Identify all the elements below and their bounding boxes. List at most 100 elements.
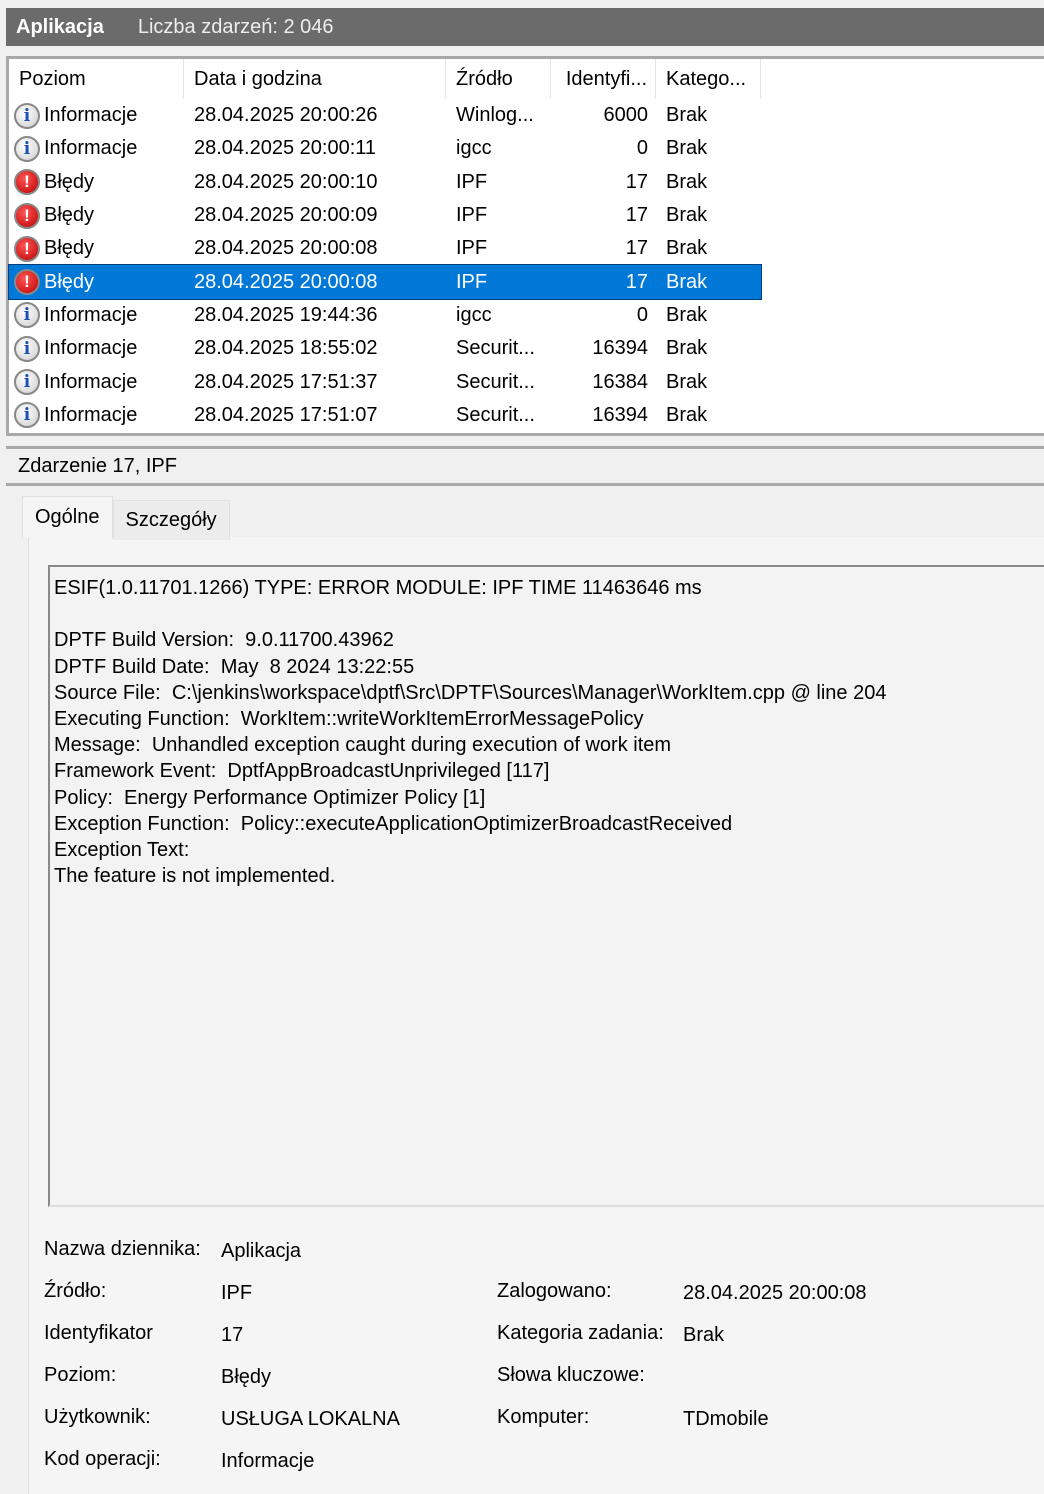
id-cell: 6000 <box>603 104 649 127</box>
level-text: Błędy <box>44 170 95 193</box>
info-icon: i <box>14 335 40 362</box>
info-icon: i <box>14 102 40 129</box>
level-cell: i Informacje <box>9 402 184 429</box>
category-cell: Brak <box>666 403 708 426</box>
table-row[interactable]: i Informacje 28.04.2025 20:00:11 igcc 0 B… <box>9 132 761 165</box>
source-label: Źródło: <box>44 1280 107 1302</box>
opcode-label: Kod operacji: <box>44 1448 161 1470</box>
category-cell: Brak <box>666 137 708 160</box>
id-label: Identyfikator <box>44 1322 153 1344</box>
id-value: 17 <box>221 1324 244 1346</box>
source-cell: igcc <box>456 137 492 160</box>
level-cell: ! Błędy <box>9 169 184 196</box>
column-header-level[interactable]: Poziom <box>9 59 184 99</box>
log-name: Aplikacja <box>16 15 104 38</box>
date-cell: 28.04.2025 20:00:26 <box>194 104 378 127</box>
source-cell: Securit... <box>456 337 535 360</box>
level-label: Poziom: <box>44 1364 117 1386</box>
id-cell: 0 <box>636 137 648 160</box>
computer-value: TDmobile <box>683 1408 769 1430</box>
id-cell: 17 <box>625 270 648 293</box>
source-cell: IPF <box>456 270 488 293</box>
source-value: IPF <box>221 1282 253 1304</box>
level-text: Błędy <box>44 237 95 260</box>
level-text: Informacje <box>44 104 138 127</box>
date-cell: 28.04.2025 20:00:10 <box>194 170 378 193</box>
table-row[interactable]: i Informacje 28.04.2025 17:51:07 Securit.… <box>9 399 761 432</box>
source-cell: Winlog... <box>456 104 534 127</box>
event-detail-header: Zdarzenie 17, IPF <box>6 446 1044 486</box>
computer-label: Komputer: <box>497 1406 590 1428</box>
column-header-date[interactable]: Data i godzina <box>184 59 446 99</box>
event-message-text[interactable]: ESIF(1.0.11701.1266) TYPE: ERROR MODULE:… <box>48 565 1044 1207</box>
id-cell: 16394 <box>592 403 648 426</box>
list-header: Poziom Data i godzina Źródło Identyfi...… <box>9 59 1044 99</box>
level-value: Błędy <box>221 1366 272 1388</box>
error-icon: ! <box>14 202 40 229</box>
id-cell: 0 <box>636 303 648 326</box>
id-cell: 16384 <box>592 370 648 393</box>
table-row[interactable]: i Informacje 28.04.2025 19:44:36 igcc 0 B… <box>9 299 761 332</box>
source-cell: IPF <box>456 204 488 227</box>
level-cell: i Informacje <box>9 369 184 396</box>
log-title-bar: Aplikacja Liczba zdarzeń: 2 046 <box>6 8 1044 46</box>
table-row[interactable]: ! Błędy 28.04.2025 20:00:10 IPF 17 Brak <box>9 166 761 199</box>
date-cell: 28.04.2025 19:44:36 <box>194 303 378 326</box>
logged-label: Zalogowano: <box>497 1280 612 1302</box>
logged-value: 28.04.2025 20:00:08 <box>683 1282 867 1304</box>
table-row[interactable]: i Informacje 28.04.2025 20:00:26 Winlog..… <box>9 99 761 132</box>
column-header-category[interactable]: Katego... <box>656 59 761 99</box>
error-icon: ! <box>14 235 40 262</box>
level-cell: i Informacje <box>9 302 184 329</box>
keywords-label: Słowa kluczowe: <box>497 1364 645 1386</box>
category-cell: Brak <box>666 337 708 360</box>
category-cell: Brak <box>666 237 708 260</box>
level-text: Błędy <box>44 204 95 227</box>
date-cell: 28.04.2025 20:00:11 <box>194 137 377 160</box>
info-icon: i <box>14 302 40 329</box>
level-text: Informacje <box>44 370 138 393</box>
opcode-value: Informacje <box>221 1450 315 1472</box>
task-label: Kategoria zadania: <box>497 1322 664 1344</box>
tab-details[interactable]: Szczegóły <box>112 500 230 540</box>
level-cell: ! Błędy <box>9 235 184 262</box>
table-row[interactable]: i Informacje 28.04.2025 17:51:37 Securit.… <box>9 365 761 398</box>
error-icon: ! <box>14 169 40 196</box>
level-text: Informacje <box>44 303 138 326</box>
user-value: USŁUGA LOKALNA <box>221 1408 400 1430</box>
id-cell: 17 <box>625 170 648 193</box>
level-text: Informacje <box>44 137 138 160</box>
source-cell: Securit... <box>456 403 535 426</box>
table-row[interactable]: ! Błędy 28.04.2025 20:00:08 IPF 17 Brak <box>8 264 762 300</box>
category-cell: Brak <box>666 204 708 227</box>
id-cell: 17 <box>625 204 648 227</box>
tab-general[interactable]: Ogólne <box>22 496 113 538</box>
category-cell: Brak <box>666 370 708 393</box>
category-cell: Brak <box>666 170 708 193</box>
table-row[interactable]: ! Błędy 28.04.2025 20:00:09 IPF 17 Brak <box>9 199 761 232</box>
task-value: Brak <box>683 1324 725 1346</box>
event-count: Liczba zdarzeń: 2 046 <box>137 15 334 38</box>
date-cell: 28.04.2025 17:51:37 <box>194 370 378 393</box>
level-cell: i Informacje <box>9 102 184 129</box>
level-text: Błędy <box>44 270 95 293</box>
log-name-label: Nazwa dziennika: <box>44 1238 201 1260</box>
table-row[interactable]: ! Błędy 28.04.2025 20:00:08 IPF 17 Brak <box>9 232 761 265</box>
date-cell: 28.04.2025 17:51:07 <box>194 403 378 426</box>
category-cell: Brak <box>666 270 708 293</box>
source-cell: Securit... <box>456 370 535 393</box>
category-cell: Brak <box>666 303 708 326</box>
event-list[interactable]: Poziom Data i godzina Źródło Identyfi...… <box>6 56 1044 436</box>
info-icon: i <box>14 369 40 396</box>
source-cell: IPF <box>456 170 488 193</box>
user-label: Użytkownik: <box>44 1406 151 1428</box>
log-name-value: Aplikacja <box>221 1240 302 1262</box>
column-header-source[interactable]: Źródło <box>446 59 551 99</box>
level-cell: ! Błędy <box>9 202 184 229</box>
info-icon: i <box>14 135 40 162</box>
source-cell: igcc <box>456 303 492 326</box>
column-header-id[interactable]: Identyfi... <box>551 59 656 99</box>
info-icon: i <box>14 402 40 429</box>
date-cell: 28.04.2025 20:00:08 <box>194 270 378 293</box>
table-row[interactable]: i Informacje 28.04.2025 18:55:02 Securit.… <box>9 332 761 365</box>
